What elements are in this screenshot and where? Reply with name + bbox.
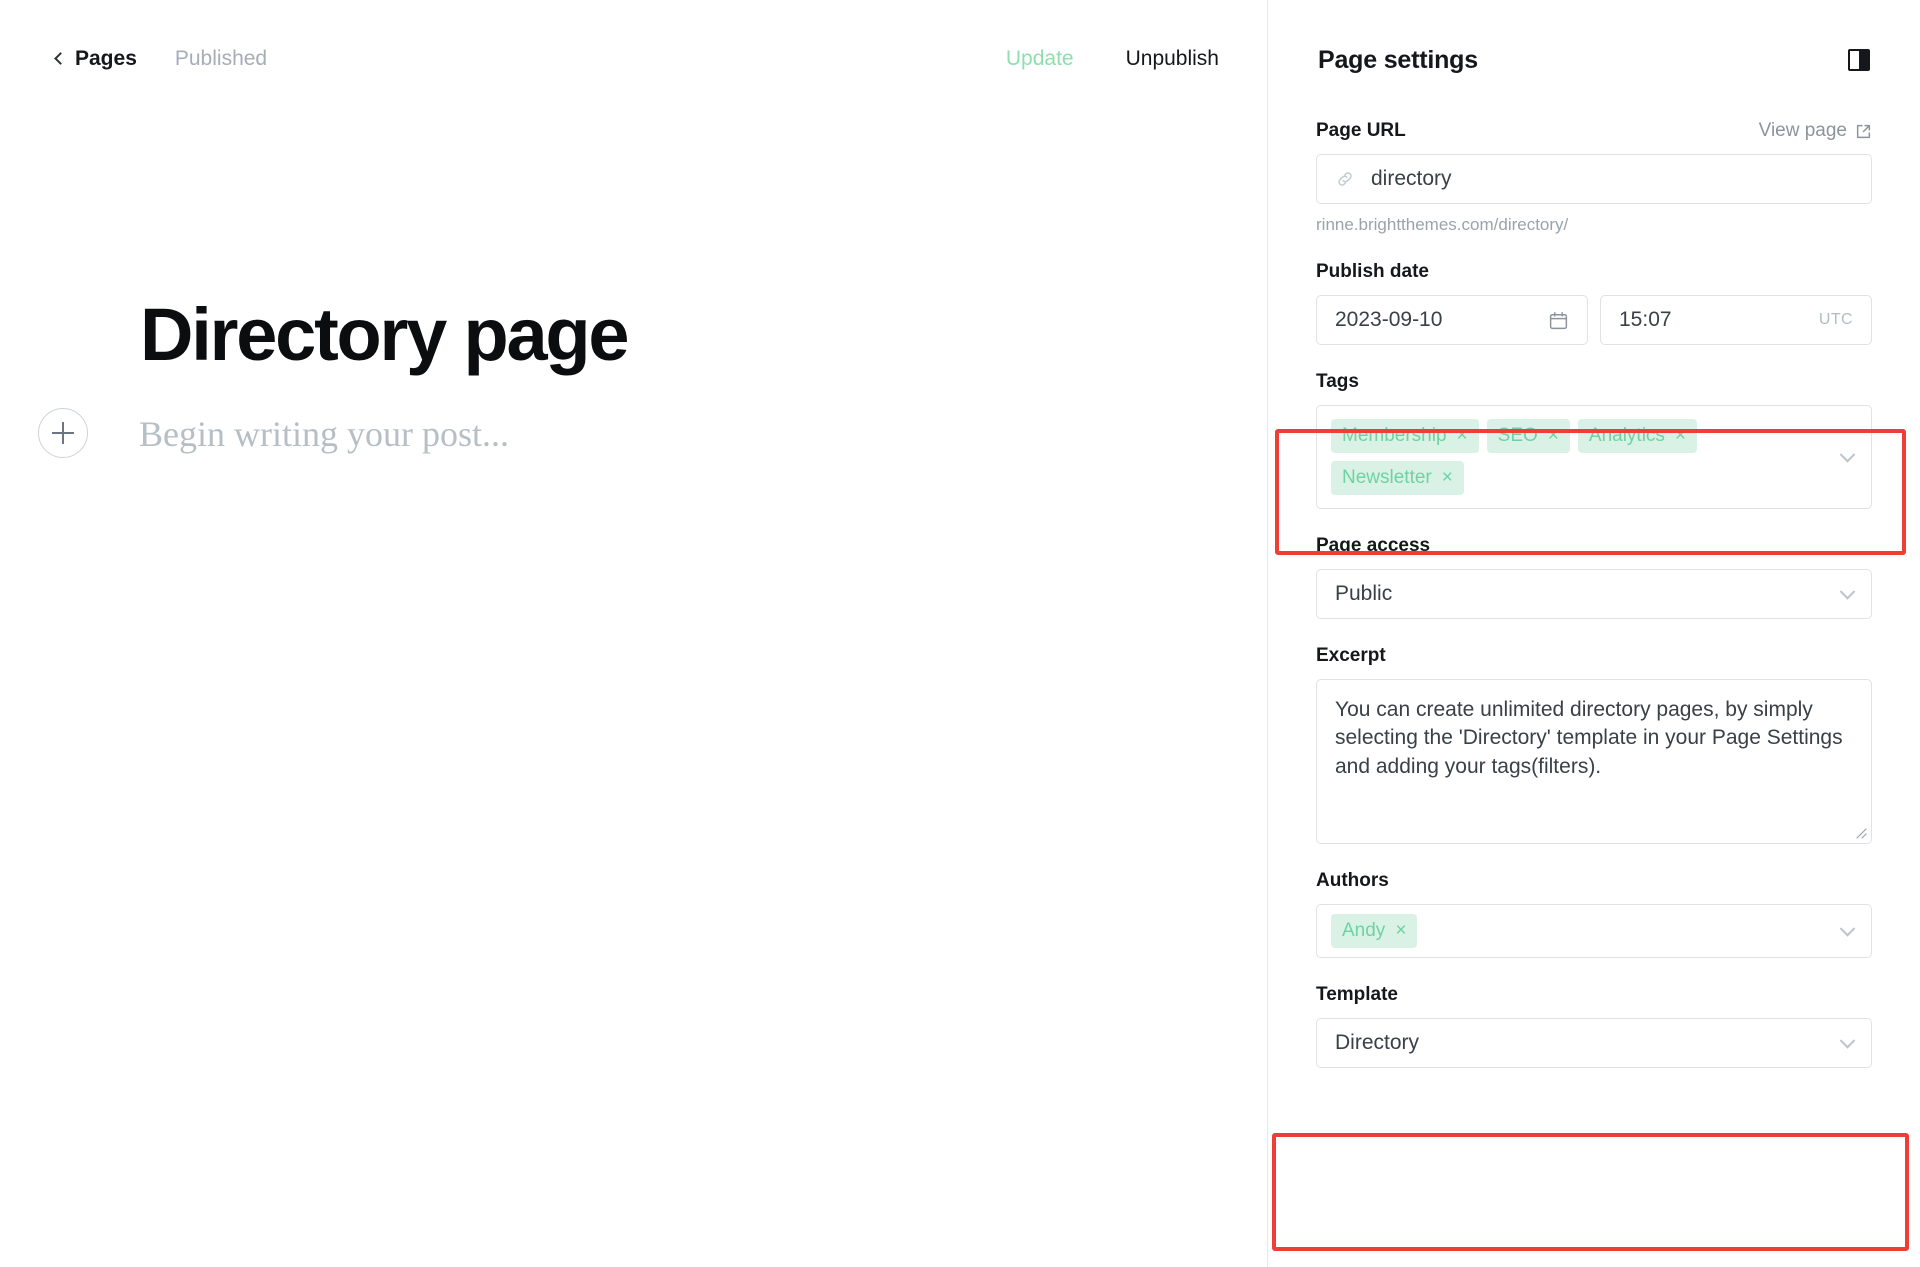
page-access-select[interactable]: Public [1316, 568, 1872, 619]
panel-toggle-icon[interactable] [1848, 49, 1870, 71]
publish-date-row: 2023-09-10 15:07 UTC [1316, 295, 1872, 345]
chevron-down-icon[interactable] [1839, 446, 1856, 463]
page-settings-panel: Page settings Page URL View page directo… [1268, 0, 1920, 1267]
external-link-icon [1856, 124, 1871, 138]
authors-field: Authors Andy × [1316, 870, 1872, 958]
post-title-input[interactable]: Directory page [140, 298, 630, 372]
publish-date-label: Publish date [1316, 261, 1429, 282]
page-url-label: Page URL [1316, 120, 1406, 141]
calendar-icon[interactable] [1548, 310, 1569, 331]
editor-pane: Pages Published Update Unpublish Directo… [0, 0, 1268, 1267]
authors-header: Authors [1316, 870, 1872, 892]
author-chip[interactable]: Andy × [1331, 913, 1418, 948]
add-block-button[interactable] [38, 408, 88, 458]
back-to-pages-link[interactable]: Pages [54, 47, 137, 71]
tags-field: Tags Membership × SEO × Analytics × News… [1316, 371, 1872, 509]
template-field: Template Directory [1316, 984, 1872, 1068]
publish-date-field: Publish date 2023-09-10 15:07 UTC [1316, 261, 1872, 345]
chevron-down-icon[interactable] [1839, 583, 1856, 600]
page-url-input[interactable]: directory [1316, 154, 1872, 204]
template-select[interactable]: Directory [1316, 1017, 1872, 1068]
page-title: Page settings [1318, 45, 1478, 74]
document-canvas[interactable]: Directory page Begin writing your post..… [0, 118, 1267, 1267]
chevron-down-icon[interactable] [1839, 920, 1856, 937]
settings-header: Page settings [1316, 0, 1872, 120]
view-page-link[interactable]: View page [1759, 120, 1872, 142]
tags-header: Tags [1316, 371, 1872, 393]
authors-label: Authors [1316, 869, 1389, 891]
page-access-value: Public [1335, 581, 1393, 605]
chevron-down-icon[interactable] [1839, 1032, 1856, 1049]
toolbar-left-group: Pages Published [54, 47, 268, 71]
publish-date-value: 2023-09-10 [1335, 308, 1443, 331]
template-value: Directory [1335, 1030, 1420, 1054]
post-body-placeholder[interactable]: Begin writing your post... [139, 413, 509, 455]
tag-chip-label: SEO [1497, 425, 1538, 446]
publish-date-input[interactable]: 2023-09-10 [1316, 295, 1588, 345]
excerpt-textarea[interactable]: You can create unlimited directory pages… [1316, 678, 1872, 844]
author-remove-icon[interactable]: × [1395, 921, 1406, 940]
page-url-header: Page URL View page [1316, 120, 1872, 142]
tag-remove-icon[interactable]: × [1457, 426, 1468, 445]
template-label: Template [1316, 983, 1399, 1005]
plus-icon-vertical [62, 422, 64, 444]
toolbar-right-group: Update Unpublish [1006, 47, 1219, 71]
excerpt-header: Excerpt [1316, 645, 1872, 667]
publish-time-input[interactable]: 15:07 UTC [1600, 295, 1872, 345]
excerpt-field: Excerpt You can create unlimited directo… [1316, 645, 1872, 844]
tags-label: Tags [1316, 371, 1359, 392]
page-access-label: Page access [1316, 534, 1431, 556]
timezone-label: UTC [1818, 311, 1853, 328]
excerpt-value: You can create unlimited directory pages… [1335, 697, 1843, 779]
publish-date-header: Publish date [1316, 261, 1872, 283]
page-url-hint: rinne.brightthemes.com/directory/ [1316, 215, 1569, 234]
tag-remove-icon[interactable]: × [1548, 426, 1559, 445]
page-editor-screen: Pages Published Update Unpublish Directo… [0, 0, 1920, 1267]
chevron-left-icon [54, 52, 67, 65]
tag-chip-label: Analytics [1588, 425, 1665, 446]
status-badge: Published [174, 47, 268, 70]
page-access-header: Page access [1316, 535, 1872, 557]
tag-remove-icon[interactable]: × [1675, 426, 1686, 445]
tag-chip-label: Membership [1342, 425, 1447, 446]
tag-remove-icon[interactable]: × [1442, 468, 1453, 487]
page-access-field: Page access Public [1316, 535, 1872, 619]
tag-chip[interactable]: Newsletter × [1331, 460, 1464, 495]
tag-chip[interactable]: Analytics × [1577, 419, 1698, 453]
tag-chip[interactable]: SEO × [1486, 419, 1570, 453]
unpublish-button[interactable]: Unpublish [1126, 47, 1219, 71]
panel-toggle-fill [1859, 51, 1868, 69]
page-url-value: directory [1371, 167, 1452, 190]
back-to-pages-label: Pages [75, 47, 137, 70]
tag-chip[interactable]: Membership × [1331, 419, 1479, 453]
tag-chip-label: Newsletter [1342, 466, 1432, 488]
link-icon [1338, 172, 1352, 186]
page-url-field: Page URL View page directory rinne.brigh… [1316, 120, 1872, 235]
update-button[interactable]: Update [1006, 47, 1074, 71]
authors-select[interactable]: Andy × [1316, 903, 1872, 958]
template-header: Template [1316, 984, 1872, 1006]
author-chip-label: Andy [1342, 919, 1386, 941]
view-page-label: View page [1758, 120, 1847, 141]
tags-select[interactable]: Membership × SEO × Analytics × Newslette… [1316, 405, 1872, 509]
publish-time-value: 15:07 [1619, 308, 1672, 331]
editor-toolbar: Pages Published Update Unpublish [0, 0, 1267, 118]
excerpt-label: Excerpt [1316, 644, 1386, 666]
resize-handle-icon[interactable] [1853, 825, 1867, 839]
